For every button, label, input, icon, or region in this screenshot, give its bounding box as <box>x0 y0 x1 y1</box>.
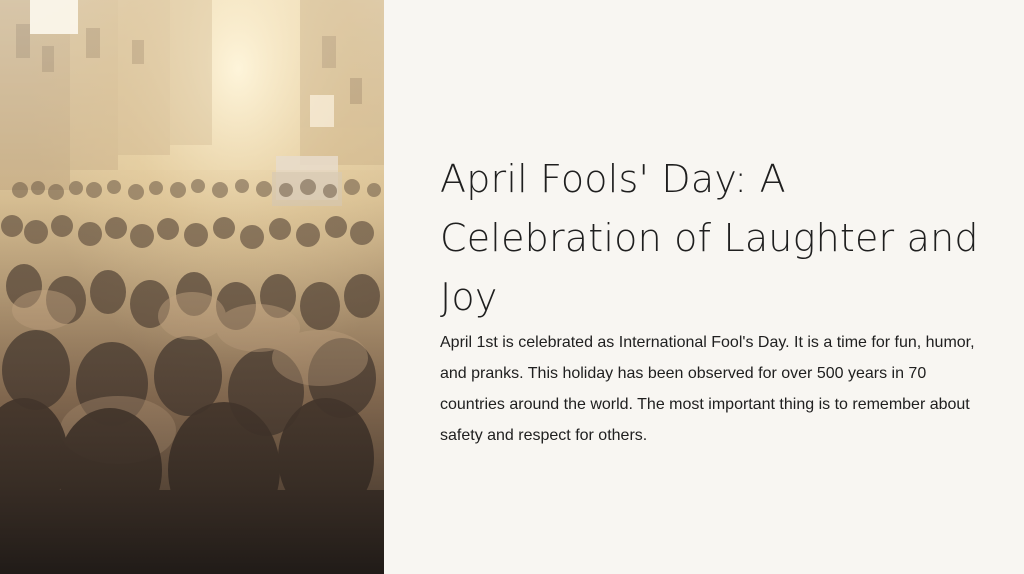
crowd-photo-illustration <box>0 0 384 574</box>
crowd-photo <box>0 0 384 574</box>
slide-title: April Fools' Day: A Celebration of Laugh… <box>440 157 979 319</box>
text-content: April Fools' Day: A Celebration of Laugh… <box>440 150 980 451</box>
slide: April Fools' Day: A Celebration of Laugh… <box>0 0 1024 574</box>
slide-body-text: April 1st is celebrated as International… <box>440 334 975 444</box>
